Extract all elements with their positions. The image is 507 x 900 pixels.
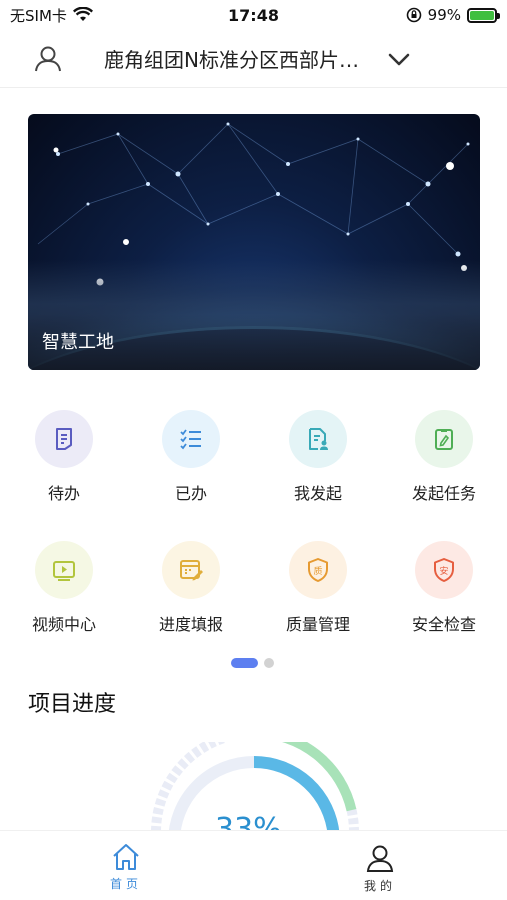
menu-label: 已办 <box>174 484 207 503</box>
header: 鹿角组团N标准分区西部片… <box>0 30 507 88</box>
done-list-icon <box>180 429 201 450</box>
new-task-icon <box>435 429 453 450</box>
menu-icon-wrap <box>35 541 93 599</box>
home-icon <box>113 844 139 870</box>
menu-label: 待办 <box>47 484 80 503</box>
progress-report-icon <box>180 560 203 581</box>
menu-icon-wrap <box>415 410 473 468</box>
menu-icon-wrap <box>35 410 93 468</box>
menu-icon-wrap: 质 <box>289 541 347 599</box>
status-bar: 无SIM卡 17:48 99% <box>0 0 507 30</box>
menu-pager <box>231 658 274 668</box>
orientation-lock-icon <box>406 7 421 23</box>
pager-dot-active[interactable] <box>231 658 258 668</box>
menu-item-todo[interactable]: 待办 <box>9 410 119 510</box>
tab-home-label: 首页 <box>109 877 142 891</box>
menu-icon-wrap <box>162 541 220 599</box>
safety-shield-icon: 安 <box>434 558 454 582</box>
carrier-label: 无SIM卡 <box>10 6 67 25</box>
banner-caption-bar: 智慧工地 <box>28 314 480 370</box>
menu-label: 进度填报 <box>158 615 223 634</box>
menu-label: 安全检查 <box>411 615 476 634</box>
menu-item-video-center[interactable]: 视频中心 <box>9 541 119 641</box>
todo-icon <box>56 428 72 450</box>
wifi-icon <box>72 7 93 21</box>
menu-icon-wrap <box>289 410 347 468</box>
banner-caption: 智慧工地 <box>42 332 114 353</box>
battery-icon <box>467 7 500 23</box>
tab-mine-label: 我的 <box>363 879 396 893</box>
battery-fill <box>470 10 494 20</box>
menu-item-done[interactable]: 已办 <box>136 410 246 510</box>
menu-item-progress-report[interactable]: 进度填报 <box>136 541 246 641</box>
safety-badge-text: 安 <box>439 565 448 577</box>
battery-percent: 99% <box>427 6 461 24</box>
quality-shield-icon: 质 <box>308 558 328 582</box>
menu-label: 我发起 <box>293 484 342 503</box>
video-center-icon <box>53 561 75 581</box>
banner-carousel[interactable]: 智慧工地 <box>28 114 480 370</box>
menu-item-quality-management[interactable]: 质 质量管理 <box>263 541 373 641</box>
bottom-tab-bar: 首页 我的 <box>0 830 507 900</box>
my-initiated-icon <box>309 428 328 450</box>
menu-item-safety-check[interactable]: 安 安全检查 <box>389 541 499 641</box>
menu-icon-wrap: 安 <box>415 541 473 599</box>
section-title-progress: 项目进度 <box>28 692 117 717</box>
tab-home[interactable]: 首页 <box>86 843 166 892</box>
menu-label: 发起任务 <box>411 484 476 503</box>
menu-item-new-task[interactable]: 发起任务 <box>389 410 499 510</box>
project-selector-title[interactable]: 鹿角组团N标准分区西部片… <box>104 44 359 73</box>
pager-dot[interactable] <box>264 658 274 668</box>
clock: 17:48 <box>228 5 279 25</box>
user-icon[interactable] <box>32 43 64 75</box>
menu-label: 质量管理 <box>285 615 350 634</box>
menu-item-my-initiated[interactable]: 我发起 <box>263 410 373 510</box>
quality-badge-text: 质 <box>313 565 322 577</box>
tab-mine[interactable]: 我的 <box>340 843 420 894</box>
chevron-down-icon[interactable] <box>386 47 412 71</box>
menu-label: 视频中心 <box>31 615 96 634</box>
profile-icon <box>366 845 394 872</box>
menu-icon-wrap <box>162 410 220 468</box>
